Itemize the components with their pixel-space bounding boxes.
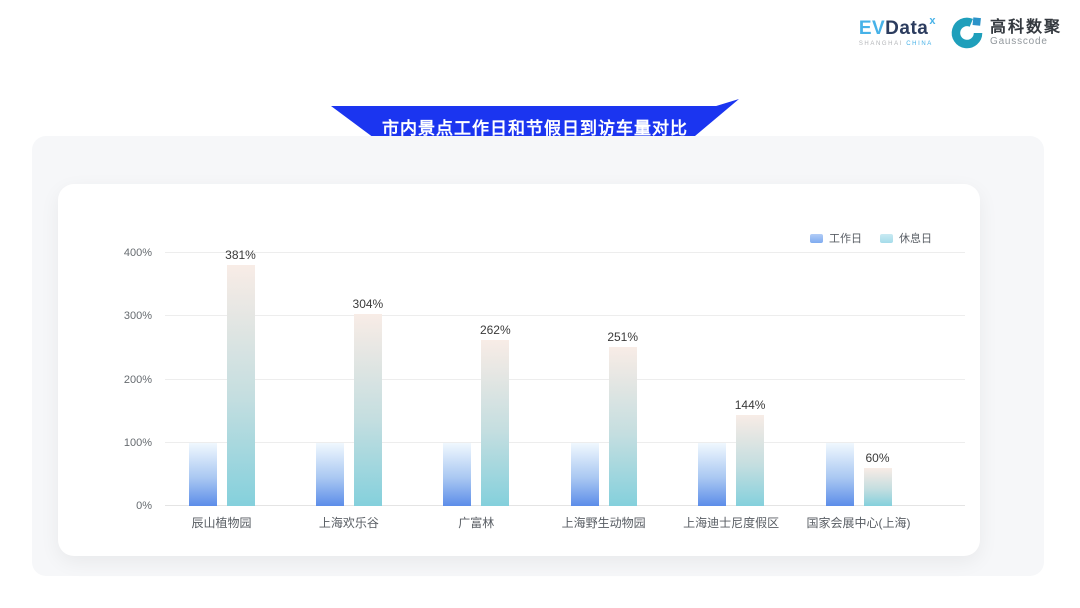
evdata-shanghai-text: SHANGHAI — [859, 41, 903, 47]
gridline-300 — [165, 315, 965, 316]
bar-休息日-国家会展中心(上海) — [864, 468, 892, 506]
bar-工作日-广富林 — [443, 443, 471, 506]
value-label: 251% — [588, 330, 658, 344]
bar-工作日-上海野生动物园 — [571, 443, 599, 506]
value-label: 144% — [715, 398, 785, 412]
chart-title: 市内景点工作日和节假日到访车量对比 — [382, 107, 688, 139]
value-label: 304% — [333, 297, 403, 311]
legend-item-工作日[interactable]: 工作日 — [810, 230, 862, 246]
evdata-logo: EVDatax SHANGHAI CHINA — [859, 19, 936, 47]
chart-panel: 工作日 休息日 0%100%200%300%400%381%辰山植物园304%上海… — [32, 136, 1044, 576]
bar-休息日-广富林 — [481, 340, 509, 506]
value-label: 381% — [206, 248, 276, 262]
legend-marker-icon — [810, 234, 823, 243]
evdata-subtext: SHANGHAI CHINA — [859, 41, 936, 47]
y-axis-tick-label: 400% — [60, 247, 152, 259]
header-logos: EVDatax SHANGHAI CHINA 高科数聚 Gausscode — [859, 16, 1062, 50]
evdata-sup-x: x — [929, 15, 936, 27]
legend-label: 工作日 — [829, 230, 862, 246]
gridline-400 — [165, 252, 965, 253]
y-axis-tick-label: 300% — [60, 310, 152, 322]
legend-marker-icon — [880, 234, 893, 243]
gausscode-g-icon — [950, 16, 984, 50]
y-axis-tick-label: 0% — [60, 500, 152, 512]
legend-item-休息日[interactable]: 休息日 — [880, 230, 932, 246]
evdata-wordmark: EVDatax — [859, 19, 936, 38]
gridline-200 — [165, 379, 965, 380]
evdata-ev-text: EV — [859, 18, 885, 39]
legend: 工作日 休息日 — [810, 230, 932, 246]
y-axis-tick-label: 100% — [60, 437, 152, 449]
bar-休息日-上海欢乐谷 — [354, 314, 382, 506]
gausscode-cn-name: 高科数聚 — [990, 19, 1062, 37]
plot-area: 0%100%200%300%400%381%辰山植物园304%上海欢乐谷262%… — [165, 253, 965, 506]
value-label: 262% — [460, 323, 530, 337]
y-axis-tick-label: 200% — [60, 374, 152, 386]
chart-card: 工作日 休息日 0%100%200%300%400%381%辰山植物园304%上海… — [58, 184, 980, 556]
bar-工作日-辰山植物园 — [189, 443, 217, 506]
bar-工作日-上海迪士尼度假区 — [698, 443, 726, 506]
gausscode-en-name: Gausscode — [990, 36, 1062, 47]
legend-label: 休息日 — [899, 230, 932, 246]
page: EVDatax SHANGHAI CHINA 高科数聚 Gausscode 市内… — [0, 0, 1080, 608]
gausscode-text: 高科数聚 Gausscode — [990, 19, 1062, 48]
gausscode-logo: 高科数聚 Gausscode — [950, 16, 1062, 50]
bar-休息日-上海野生动物园 — [609, 347, 637, 506]
bar-休息日-辰山植物园 — [227, 265, 255, 506]
x-axis-category-label: 国家会展中心(上海) — [774, 514, 944, 531]
evdata-china-text: CHINA — [906, 41, 933, 47]
bar-工作日-上海欢乐谷 — [316, 443, 344, 506]
evdata-data-text: Data — [885, 18, 928, 39]
value-label: 60% — [843, 451, 913, 465]
bar-休息日-上海迪士尼度假区 — [736, 415, 764, 506]
